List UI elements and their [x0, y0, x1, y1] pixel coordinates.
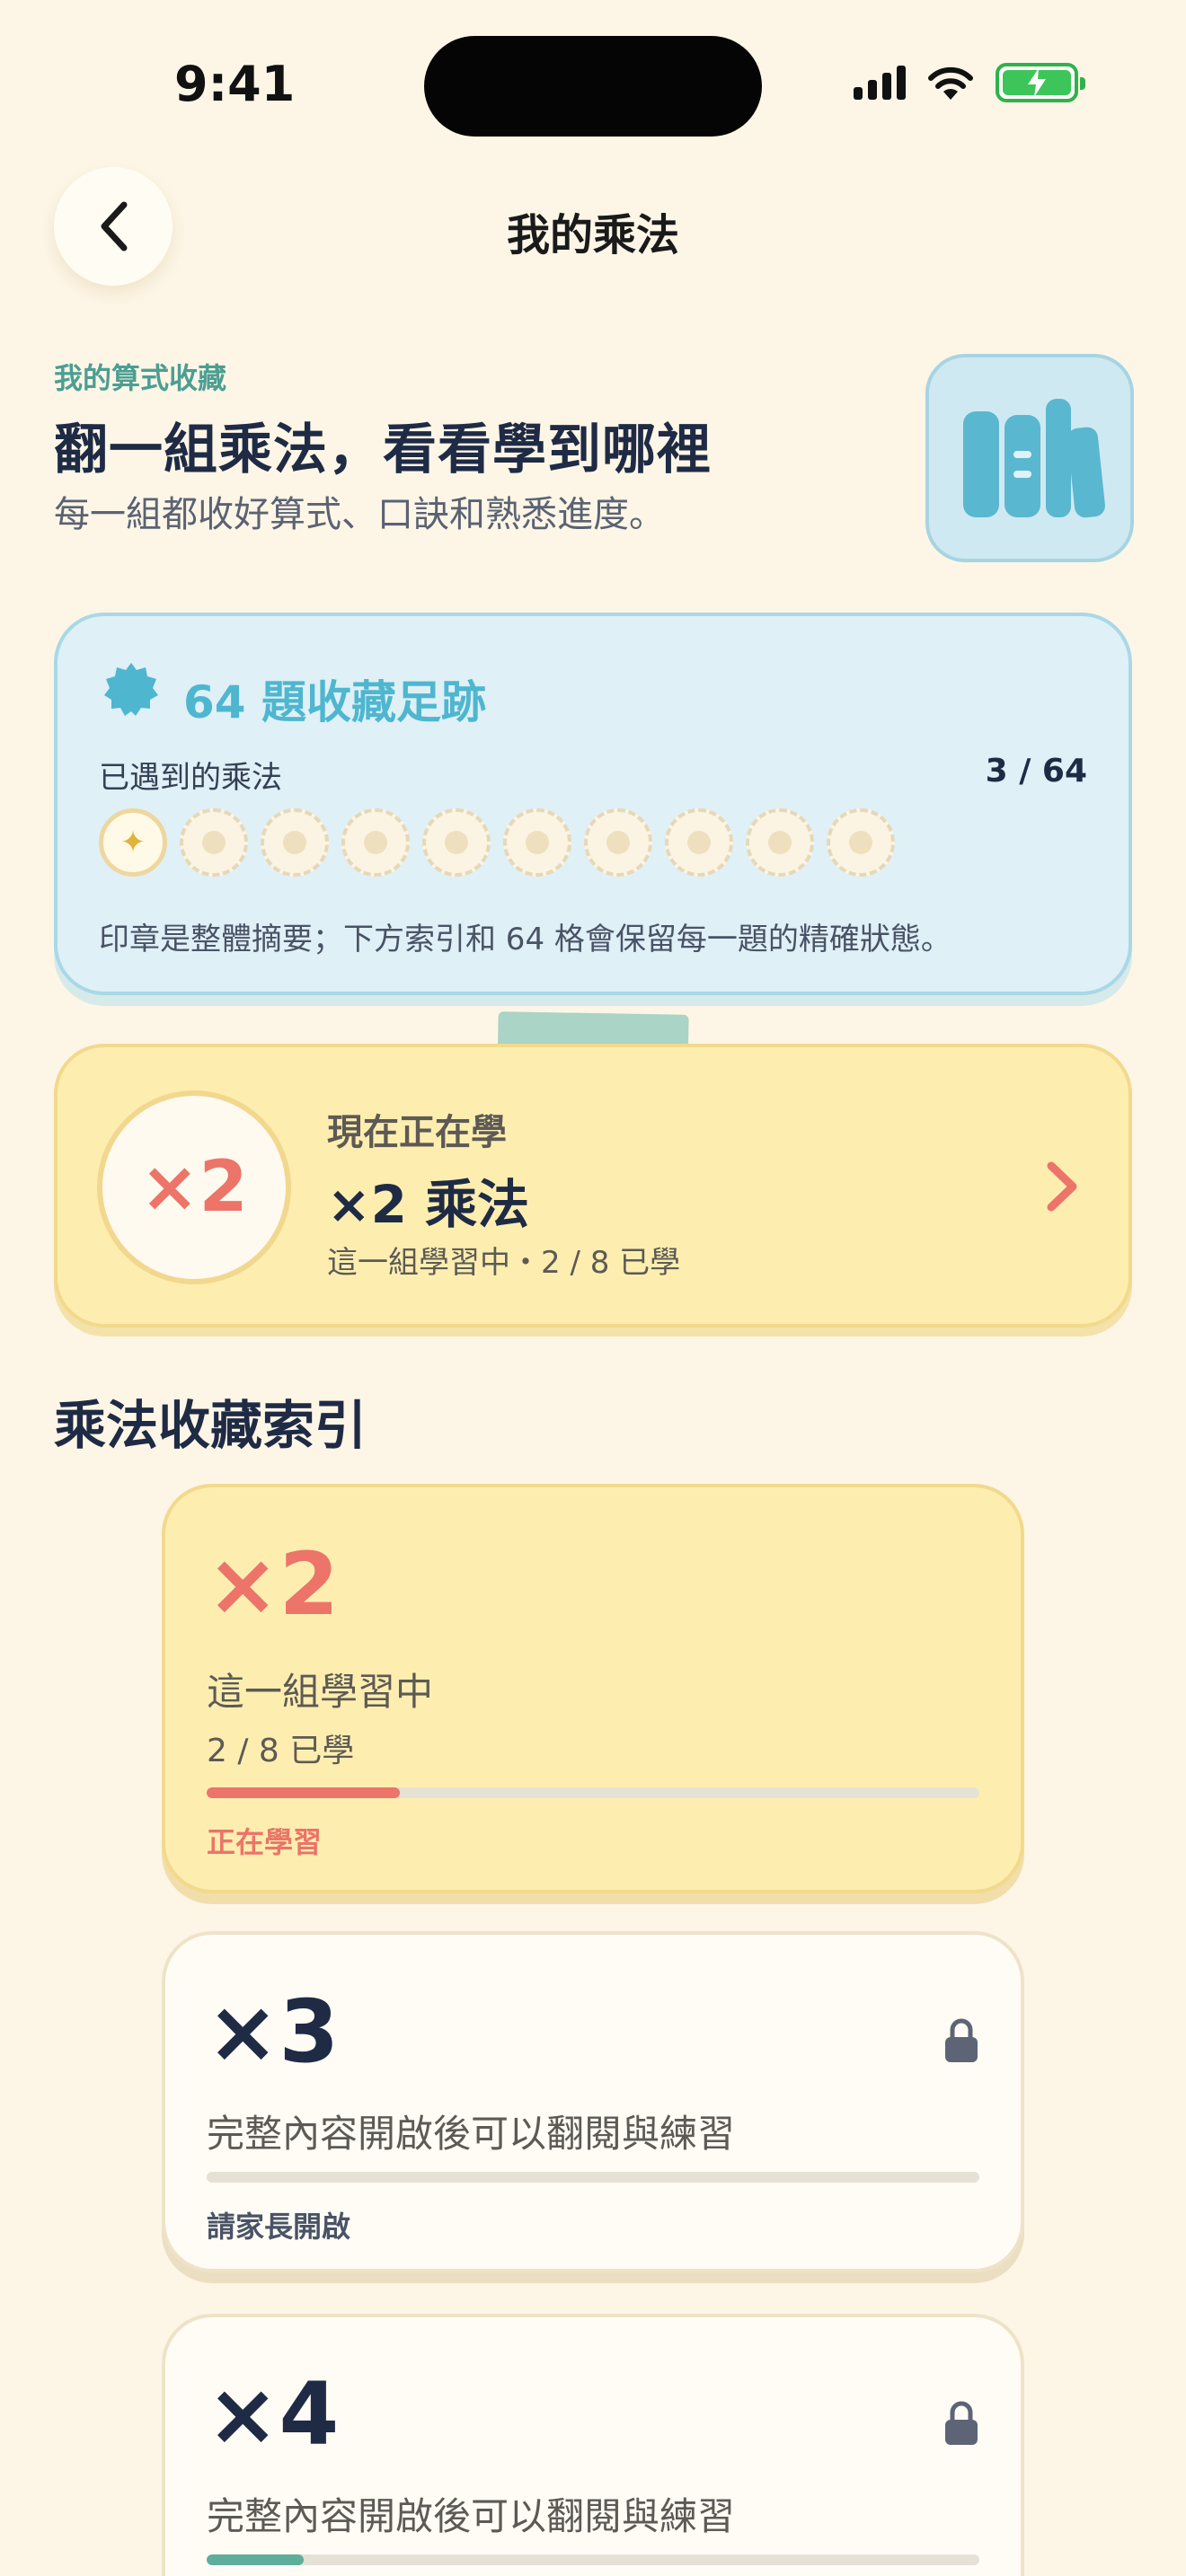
current-kicker: 現在正在學	[327, 1112, 507, 1153]
status-icons	[854, 63, 1085, 102]
progress-bar	[207, 1787, 979, 1798]
table-card-3[interactable]: ×3 完整內容開啟後可以翻閱與練習 請家長開啟	[162, 1931, 1024, 2272]
dynamic-island	[424, 36, 762, 137]
header-eyebrow: 我的算式收藏	[54, 361, 227, 395]
stamp-empty	[665, 808, 733, 877]
page-title: 我的乘法	[506, 210, 679, 260]
chevron-right-icon	[1047, 1161, 1077, 1212]
table-status: 正在學習	[207, 1825, 323, 1859]
stamp-empty	[746, 808, 814, 877]
progress-bar	[207, 2172, 979, 2183]
table-card-4[interactable]: ×4 完整內容開啟後可以翻閱與練習	[162, 2314, 1024, 2576]
current-progress: 這一組學習中・2 / 8 已學	[327, 1245, 681, 1281]
progress-bar-fill	[207, 1787, 400, 1798]
wifi-icon	[928, 66, 973, 100]
cellular-signal-icon	[854, 66, 906, 100]
screen: 9:41 我的乘法 我的算式收藏 翻一組乘法，看看學到哪裡 每一組都收好算式、口…	[0, 0, 1186, 2576]
stamp-empty	[341, 808, 410, 877]
stamp-empty	[503, 808, 571, 877]
table-desc: 這一組學習中	[207, 1670, 434, 1714]
lock-icon	[945, 2018, 978, 2062]
books-icon	[925, 354, 1134, 562]
current-title: ×2 乘法	[327, 1174, 530, 1235]
status-time: 9:41	[174, 56, 296, 112]
progress-bar-fill	[207, 2554, 304, 2565]
current-table-badge: ×2	[97, 1090, 291, 1284]
table-desc: 完整內容開啟後可以翻閱與練習	[207, 2494, 736, 2538]
seen-label: 已遇到的乘法	[99, 760, 282, 796]
stamp-empty	[584, 808, 652, 877]
summary-title: 64 題收藏足跡	[183, 676, 486, 728]
collection-summary-card: 64 題收藏足跡 已遇到的乘法 3 / 64 ✦ 印章是整體摘要；下方索引和 6…	[54, 613, 1132, 995]
stamp-empty	[422, 808, 491, 877]
progress-bar	[207, 2554, 979, 2565]
table-progress: 2 / 8 已學	[207, 1733, 355, 1769]
header-subhead: 每一組都收好算式、口訣和熟悉進度。	[54, 494, 665, 535]
header-headline: 翻一組乘法，看看學到哪裡	[54, 419, 712, 481]
table-card-2[interactable]: ×2 這一組學習中 2 / 8 已學 正在學習	[162, 1484, 1024, 1893]
table-name: ×2	[207, 1534, 340, 1635]
stamp-empty	[180, 808, 248, 877]
battery-charging-icon	[996, 63, 1085, 102]
stamp-row: ✦	[99, 808, 895, 877]
table-desc: 完整內容開啟後可以翻閱與練習	[207, 2112, 736, 2156]
seen-count: 3 / 64	[985, 753, 1087, 790]
badge-seal-icon	[104, 663, 158, 716]
lock-icon	[945, 2401, 978, 2445]
table-status: 請家長開啟	[207, 2210, 351, 2244]
table-name: ×4	[207, 2364, 340, 2465]
table-name: ×3	[207, 1981, 340, 2082]
stamp-empty	[261, 808, 329, 877]
summary-note: 印章是整體摘要；下方索引和 64 格會保留每一題的精確狀態。	[99, 922, 951, 957]
section-title: 乘法收藏索引	[54, 1395, 367, 1456]
stamp-empty	[827, 808, 895, 877]
current-learning-card[interactable]: ×2 現在正在學 ×2 乘法 這一組學習中・2 / 8 已學	[54, 1044, 1132, 1328]
stamp-earned: ✦	[99, 808, 167, 877]
